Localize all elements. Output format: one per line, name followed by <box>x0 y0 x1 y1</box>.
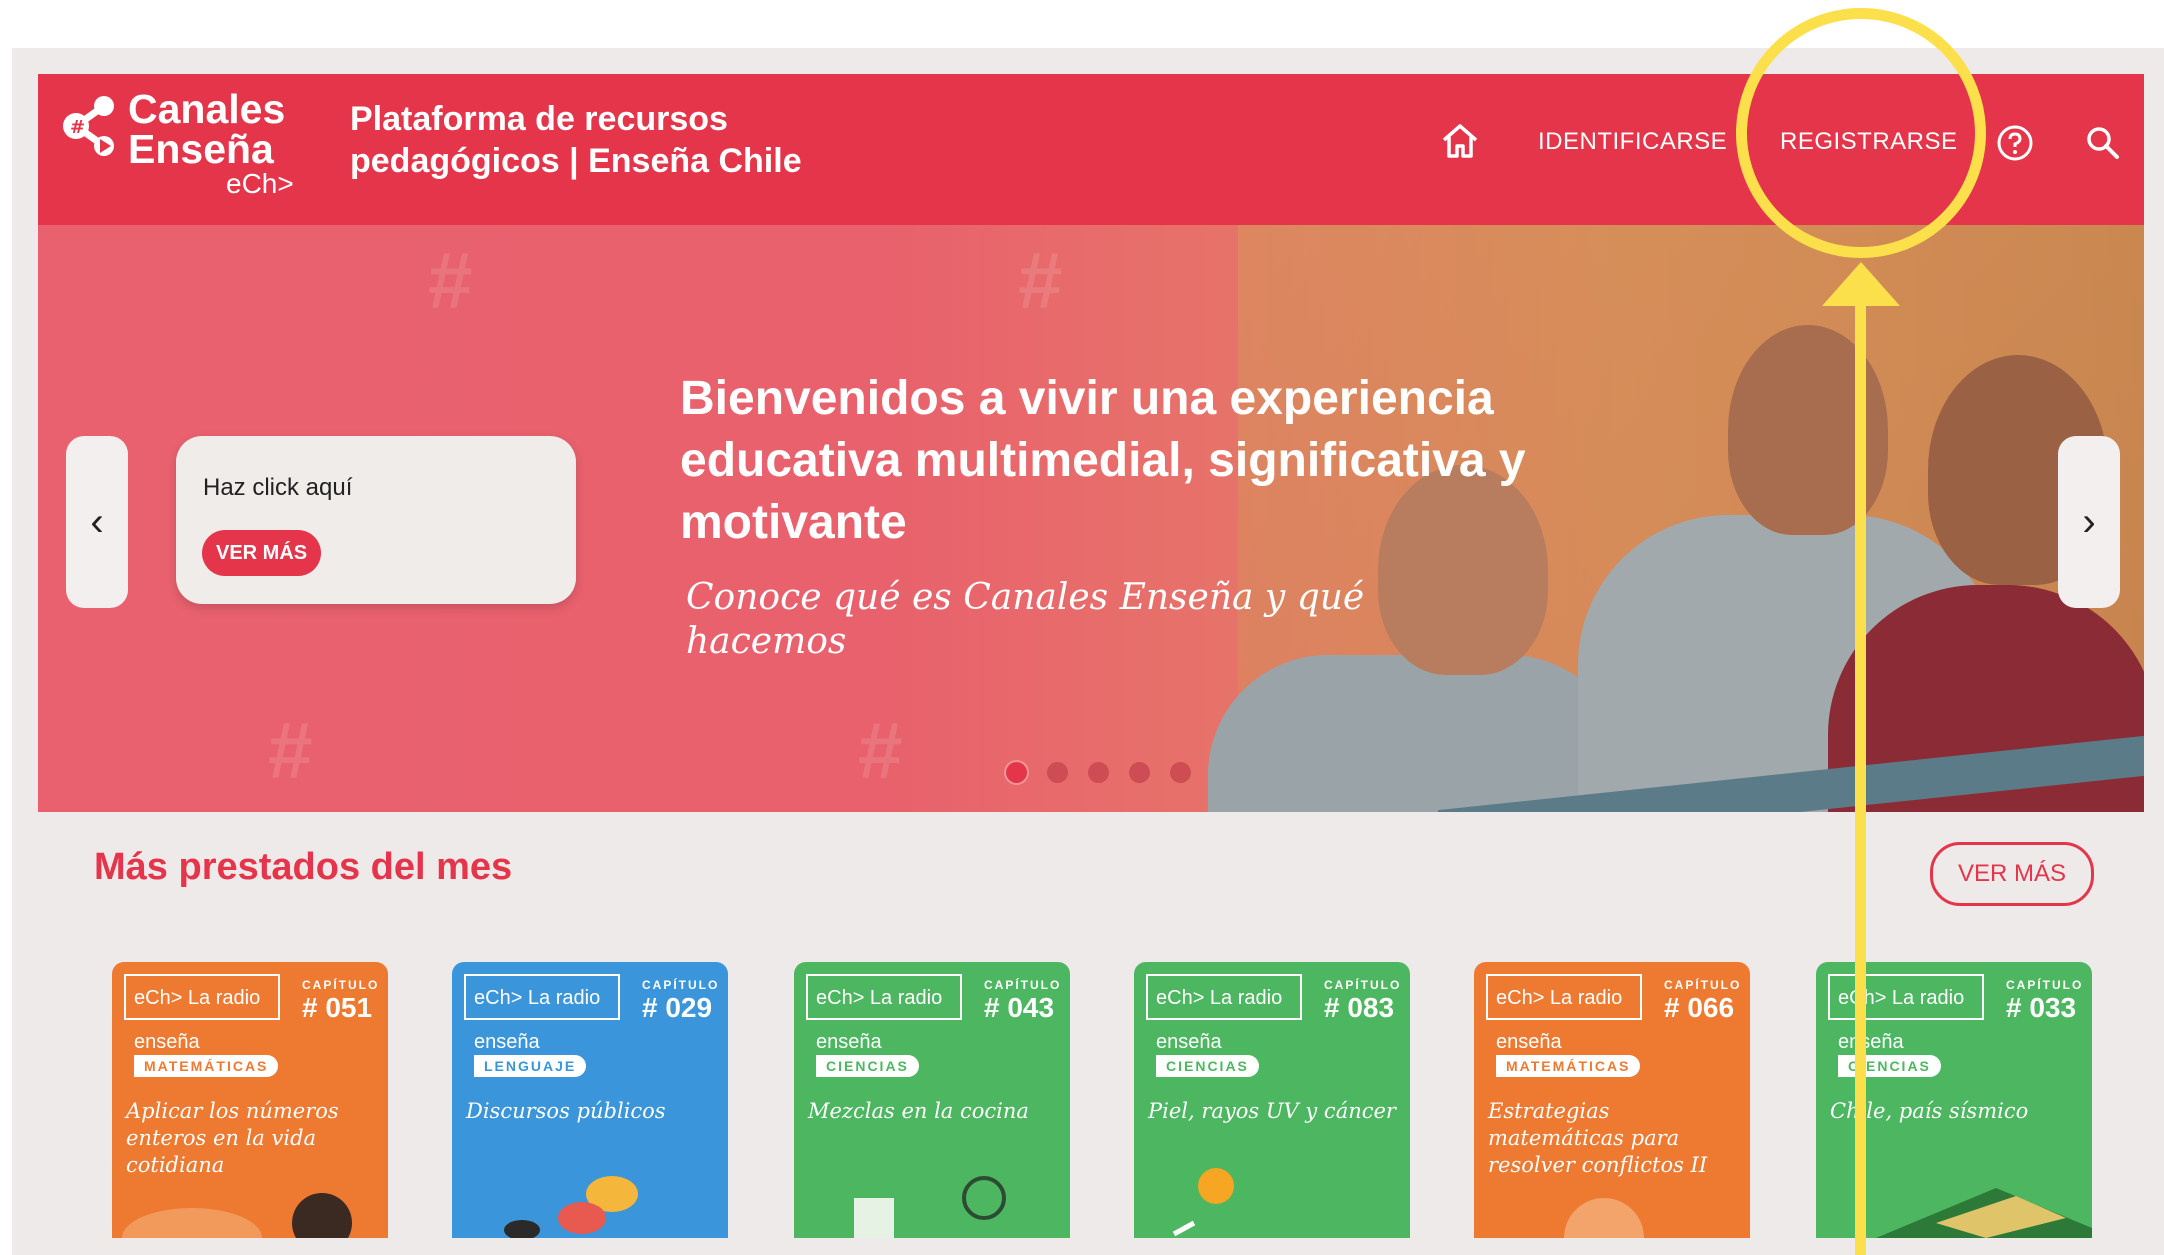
decorative-hash-icon: # <box>428 236 473 325</box>
card-logo: eCh> La radio enseña <box>1486 974 1642 1053</box>
card-chapter-label: CAPÍTULO <box>1324 978 1402 992</box>
chevron-left-icon: ‹ <box>90 499 104 544</box>
card-chapter-label: CAPÍTULO <box>1664 978 1742 992</box>
hero-promo-card: Haz click aquí VER MÁS <box>176 436 576 604</box>
card-logo: eCh> La radio enseña <box>124 974 280 1053</box>
card-subject-badge: CIENCIAS <box>816 1055 919 1077</box>
card-chapter-number: # 083 <box>1324 992 1395 1023</box>
search-icon[interactable] <box>2084 124 2122 162</box>
carousel-dot[interactable] <box>1006 762 1027 783</box>
card-illustration <box>122 1193 352 1238</box>
decorative-hash-icon: # <box>858 706 903 795</box>
svg-text:#: # <box>70 117 85 138</box>
card-title: Chile, país sísmico <box>1830 1099 2029 1123</box>
section-title: Más prestados del mes <box>94 846 513 888</box>
home-icon[interactable] <box>1440 122 1480 160</box>
carousel-dot[interactable] <box>1088 762 1109 783</box>
platform-title: Plataforma de recursos pedagógicos | Ens… <box>350 100 802 180</box>
resource-card[interactable]: eCh> La radio enseña CAPÍTULO # 066 MATE… <box>1474 962 1750 1238</box>
card-logo: eCh> La radio enseña <box>1828 974 1984 1053</box>
hero-subline: Conoce qué es Canales Enseña y qué hacem… <box>686 577 1365 662</box>
promo-ver-mas-button[interactable]: VER MÁS <box>202 530 322 576</box>
card-logo: eCh> La radio enseña <box>1146 974 1302 1053</box>
carousel-dots <box>1006 762 1191 783</box>
card-title: Aplicar los números enteros en la vida c… <box>126 1099 339 1177</box>
card-chapter-label: CAPÍTULO <box>984 978 1062 992</box>
card-logo: eCh> La radio enseña <box>464 974 620 1053</box>
card-chapter-number: # 043 <box>984 992 1055 1023</box>
card-subject-badge: MATEMÁTICAS <box>134 1055 279 1077</box>
card-title: Mezclas en la cocina <box>808 1099 1029 1123</box>
hero-headline: Bienvenidos a vivir una experiencia educ… <box>680 372 1526 549</box>
site-logo[interactable]: # Canales Enseña eCh> <box>60 88 300 203</box>
logo-text-canales: Canales <box>128 86 286 132</box>
hero-photo-student <box>1208 655 1628 812</box>
carousel-prev-button[interactable]: ‹ <box>66 436 128 608</box>
card-chapter-label: CAPÍTULO <box>2006 978 2084 992</box>
card-chapter-label: CAPÍTULO <box>642 978 720 992</box>
card-chapter-number: # 066 <box>1664 992 1735 1023</box>
carousel-dot[interactable] <box>1129 762 1150 783</box>
carousel-next-button[interactable]: › <box>2058 436 2120 608</box>
carousel-dot[interactable] <box>1170 762 1191 783</box>
logo-share-icon: # <box>63 96 114 156</box>
card-illustration <box>1564 1198 1644 1238</box>
section-ver-mas-button[interactable]: VER MÁS <box>1930 842 2094 906</box>
card-chapter-number: # 051 <box>302 992 373 1023</box>
card-illustration <box>854 1176 1006 1238</box>
decorative-hash-icon: # <box>268 706 313 795</box>
resource-card[interactable]: eCh> La radio enseña CAPÍTULO # 051 MATE… <box>112 962 388 1238</box>
carousel-dot[interactable] <box>1047 762 1068 783</box>
card-title: Discursos públicos <box>466 1099 666 1123</box>
card-title: Piel, rayos UV y cáncer <box>1148 1099 1396 1123</box>
card-logo: eCh> La radio enseña <box>806 974 962 1053</box>
resource-card[interactable]: eCh> La radio enseña CAPÍTULO # 043 CIEN… <box>794 962 1070 1238</box>
card-subject-badge: LENGUAJE <box>474 1055 587 1077</box>
decorative-hash-icon: # <box>1018 236 1063 325</box>
card-illustration <box>1172 1168 1234 1237</box>
arrow-head-icon <box>1822 262 1900 306</box>
chevron-right-icon: › <box>2082 499 2096 544</box>
resource-card[interactable]: eCh> La radio enseña CAPÍTULO # 029 LENG… <box>452 962 728 1238</box>
card-title: Estrategias matemáticas para resolver co… <box>1488 1099 1708 1177</box>
highlight-arrow <box>1855 290 1866 1255</box>
card-chapter-number: # 029 <box>642 992 713 1023</box>
help-icon[interactable] <box>1996 124 2034 162</box>
logo-text-ensena: Enseña <box>128 126 274 172</box>
card-chapter-number: # 033 <box>2006 992 2077 1023</box>
logo-text-ech: eCh> <box>226 168 294 199</box>
nav-login-link[interactable]: IDENTIFICARSE <box>1538 128 1727 156</box>
card-subject-badge: CIENCIAS <box>1838 1055 1941 1077</box>
card-subject-badge: CIENCIAS <box>1156 1055 1259 1077</box>
card-illustration <box>504 1176 638 1238</box>
card-subject-badge: MATEMÁTICAS <box>1496 1055 1641 1077</box>
promo-text: Haz click aquí <box>203 474 353 501</box>
resource-card[interactable]: eCh> La radio enseña CAPÍTULO # 083 CIEN… <box>1134 962 1410 1238</box>
highlight-circle <box>1736 8 1986 258</box>
card-chapter-label: CAPÍTULO <box>302 978 380 992</box>
